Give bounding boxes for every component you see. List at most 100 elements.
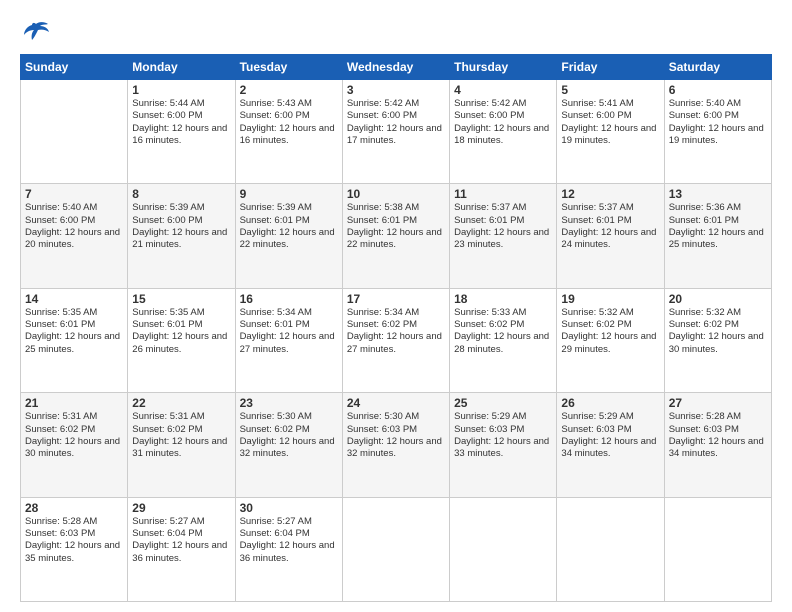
day-number: 1: [132, 83, 230, 97]
cell-info: Sunrise: 5:31 AMSunset: 6:02 PMDaylight:…: [25, 411, 123, 460]
calendar-week-row-2: 7Sunrise: 5:40 AMSunset: 6:00 PMDaylight…: [21, 184, 772, 288]
day-number: 28: [25, 501, 123, 515]
logo: [20, 20, 52, 42]
cell-info: Sunrise: 5:39 AMSunset: 6:00 PMDaylight:…: [132, 202, 230, 251]
cell-info: Sunrise: 5:32 AMSunset: 6:02 PMDaylight:…: [561, 307, 659, 356]
day-number: 22: [132, 396, 230, 410]
day-number: 25: [454, 396, 552, 410]
calendar-cell: 22Sunrise: 5:31 AMSunset: 6:02 PMDayligh…: [128, 393, 235, 497]
calendar-cell: 9Sunrise: 5:39 AMSunset: 6:01 PMDaylight…: [235, 184, 342, 288]
calendar-table: Sunday Monday Tuesday Wednesday Thursday…: [20, 54, 772, 602]
cell-info: Sunrise: 5:31 AMSunset: 6:02 PMDaylight:…: [132, 411, 230, 460]
day-number: 29: [132, 501, 230, 515]
cell-info: Sunrise: 5:40 AMSunset: 6:00 PMDaylight:…: [669, 98, 767, 147]
calendar-cell: 4Sunrise: 5:42 AMSunset: 6:00 PMDaylight…: [450, 80, 557, 184]
calendar-cell: 2Sunrise: 5:43 AMSunset: 6:00 PMDaylight…: [235, 80, 342, 184]
day-number: 30: [240, 501, 338, 515]
day-number: 5: [561, 83, 659, 97]
cell-info: Sunrise: 5:42 AMSunset: 6:00 PMDaylight:…: [347, 98, 445, 147]
cell-info: Sunrise: 5:34 AMSunset: 6:01 PMDaylight:…: [240, 307, 338, 356]
calendar-cell: 28Sunrise: 5:28 AMSunset: 6:03 PMDayligh…: [21, 497, 128, 601]
cell-info: Sunrise: 5:28 AMSunset: 6:03 PMDaylight:…: [669, 411, 767, 460]
cell-info: Sunrise: 5:32 AMSunset: 6:02 PMDaylight:…: [669, 307, 767, 356]
cell-info: Sunrise: 5:35 AMSunset: 6:01 PMDaylight:…: [25, 307, 123, 356]
day-number: 13: [669, 187, 767, 201]
cell-info: Sunrise: 5:40 AMSunset: 6:00 PMDaylight:…: [25, 202, 123, 251]
header-thursday: Thursday: [450, 55, 557, 80]
calendar-cell: 29Sunrise: 5:27 AMSunset: 6:04 PMDayligh…: [128, 497, 235, 601]
calendar-week-row-1: 1Sunrise: 5:44 AMSunset: 6:00 PMDaylight…: [21, 80, 772, 184]
cell-info: Sunrise: 5:30 AMSunset: 6:02 PMDaylight:…: [240, 411, 338, 460]
day-number: 24: [347, 396, 445, 410]
calendar-cell: [557, 497, 664, 601]
calendar-cell: 11Sunrise: 5:37 AMSunset: 6:01 PMDayligh…: [450, 184, 557, 288]
day-number: 14: [25, 292, 123, 306]
cell-info: Sunrise: 5:36 AMSunset: 6:01 PMDaylight:…: [669, 202, 767, 251]
day-number: 12: [561, 187, 659, 201]
calendar-cell: 30Sunrise: 5:27 AMSunset: 6:04 PMDayligh…: [235, 497, 342, 601]
day-number: 20: [669, 292, 767, 306]
calendar-cell: [664, 497, 771, 601]
calendar-cell: 16Sunrise: 5:34 AMSunset: 6:01 PMDayligh…: [235, 288, 342, 392]
calendar-cell: 26Sunrise: 5:29 AMSunset: 6:03 PMDayligh…: [557, 393, 664, 497]
cell-info: Sunrise: 5:44 AMSunset: 6:00 PMDaylight:…: [132, 98, 230, 147]
day-number: 7: [25, 187, 123, 201]
calendar-cell: 6Sunrise: 5:40 AMSunset: 6:00 PMDaylight…: [664, 80, 771, 184]
cell-info: Sunrise: 5:39 AMSunset: 6:01 PMDaylight:…: [240, 202, 338, 251]
calendar-cell: 14Sunrise: 5:35 AMSunset: 6:01 PMDayligh…: [21, 288, 128, 392]
cell-info: Sunrise: 5:34 AMSunset: 6:02 PMDaylight:…: [347, 307, 445, 356]
cell-info: Sunrise: 5:43 AMSunset: 6:00 PMDaylight:…: [240, 98, 338, 147]
calendar-week-row-4: 21Sunrise: 5:31 AMSunset: 6:02 PMDayligh…: [21, 393, 772, 497]
header-sunday: Sunday: [21, 55, 128, 80]
day-number: 6: [669, 83, 767, 97]
header-friday: Friday: [557, 55, 664, 80]
day-number: 16: [240, 292, 338, 306]
cell-info: Sunrise: 5:37 AMSunset: 6:01 PMDaylight:…: [454, 202, 552, 251]
cell-info: Sunrise: 5:35 AMSunset: 6:01 PMDaylight:…: [132, 307, 230, 356]
cell-info: Sunrise: 5:41 AMSunset: 6:00 PMDaylight:…: [561, 98, 659, 147]
header-wednesday: Wednesday: [342, 55, 449, 80]
calendar-cell: 24Sunrise: 5:30 AMSunset: 6:03 PMDayligh…: [342, 393, 449, 497]
day-number: 8: [132, 187, 230, 201]
cell-info: Sunrise: 5:27 AMSunset: 6:04 PMDaylight:…: [240, 516, 338, 565]
day-number: 26: [561, 396, 659, 410]
header: [20, 20, 772, 42]
day-number: 3: [347, 83, 445, 97]
calendar-cell: 12Sunrise: 5:37 AMSunset: 6:01 PMDayligh…: [557, 184, 664, 288]
page: Sunday Monday Tuesday Wednesday Thursday…: [0, 0, 792, 612]
calendar-header-row: Sunday Monday Tuesday Wednesday Thursday…: [21, 55, 772, 80]
cell-info: Sunrise: 5:28 AMSunset: 6:03 PMDaylight:…: [25, 516, 123, 565]
day-number: 23: [240, 396, 338, 410]
calendar-cell: 7Sunrise: 5:40 AMSunset: 6:00 PMDaylight…: [21, 184, 128, 288]
calendar-cell: 13Sunrise: 5:36 AMSunset: 6:01 PMDayligh…: [664, 184, 771, 288]
calendar-week-row-3: 14Sunrise: 5:35 AMSunset: 6:01 PMDayligh…: [21, 288, 772, 392]
cell-info: Sunrise: 5:30 AMSunset: 6:03 PMDaylight:…: [347, 411, 445, 460]
calendar-cell: 23Sunrise: 5:30 AMSunset: 6:02 PMDayligh…: [235, 393, 342, 497]
logo-bird-icon: [22, 20, 50, 42]
calendar-cell: 20Sunrise: 5:32 AMSunset: 6:02 PMDayligh…: [664, 288, 771, 392]
calendar-week-row-5: 28Sunrise: 5:28 AMSunset: 6:03 PMDayligh…: [21, 497, 772, 601]
header-tuesday: Tuesday: [235, 55, 342, 80]
day-number: 11: [454, 187, 552, 201]
calendar-cell: 8Sunrise: 5:39 AMSunset: 6:00 PMDaylight…: [128, 184, 235, 288]
cell-info: Sunrise: 5:27 AMSunset: 6:04 PMDaylight:…: [132, 516, 230, 565]
calendar-cell: 17Sunrise: 5:34 AMSunset: 6:02 PMDayligh…: [342, 288, 449, 392]
calendar-cell: 3Sunrise: 5:42 AMSunset: 6:00 PMDaylight…: [342, 80, 449, 184]
calendar-cell: [342, 497, 449, 601]
header-monday: Monday: [128, 55, 235, 80]
calendar-cell: 27Sunrise: 5:28 AMSunset: 6:03 PMDayligh…: [664, 393, 771, 497]
calendar-cell: 21Sunrise: 5:31 AMSunset: 6:02 PMDayligh…: [21, 393, 128, 497]
cell-info: Sunrise: 5:33 AMSunset: 6:02 PMDaylight:…: [454, 307, 552, 356]
day-number: 4: [454, 83, 552, 97]
calendar-cell: [450, 497, 557, 601]
cell-info: Sunrise: 5:37 AMSunset: 6:01 PMDaylight:…: [561, 202, 659, 251]
cell-info: Sunrise: 5:38 AMSunset: 6:01 PMDaylight:…: [347, 202, 445, 251]
day-number: 21: [25, 396, 123, 410]
day-number: 19: [561, 292, 659, 306]
calendar-cell: 19Sunrise: 5:32 AMSunset: 6:02 PMDayligh…: [557, 288, 664, 392]
cell-info: Sunrise: 5:29 AMSunset: 6:03 PMDaylight:…: [454, 411, 552, 460]
calendar-cell: [21, 80, 128, 184]
calendar-cell: 18Sunrise: 5:33 AMSunset: 6:02 PMDayligh…: [450, 288, 557, 392]
day-number: 18: [454, 292, 552, 306]
calendar-cell: 5Sunrise: 5:41 AMSunset: 6:00 PMDaylight…: [557, 80, 664, 184]
